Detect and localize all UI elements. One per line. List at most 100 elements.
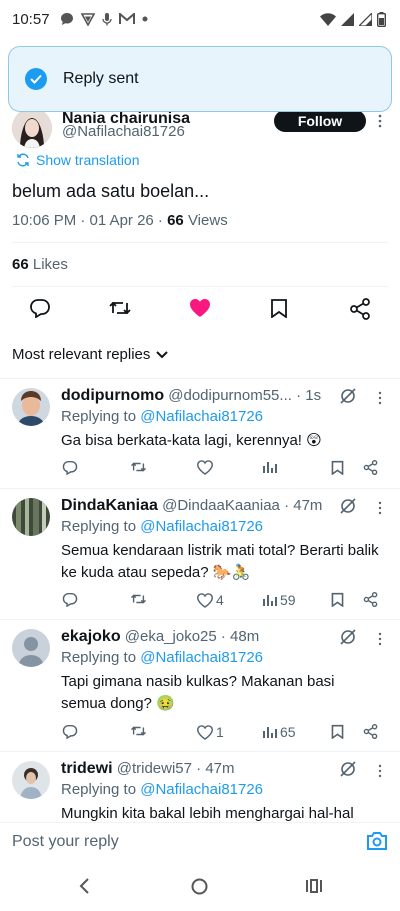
share-icon[interactable] [363, 460, 378, 475]
mute-thread-icon[interactable] [339, 628, 357, 646]
bookmark-icon[interactable] [270, 298, 288, 318]
author-avatar[interactable] [12, 108, 52, 148]
divider [12, 286, 388, 287]
tweet-meta: 10:06 PM · 01 Apr 26 · 66 Views [12, 212, 228, 229]
wifi-icon [320, 12, 336, 26]
reply-avatar[interactable] [12, 761, 50, 799]
reply-author-name[interactable]: DindaKaniaa [61, 497, 158, 514]
reply-item[interactable]: DindaKaniaa @DindaaKaaniaa · 47m Replyin… [0, 489, 400, 619]
author-handle[interactable]: @Nafilachai81726 [62, 123, 185, 140]
reply-handle-time: @tridewi57 · 47m [116, 760, 235, 777]
reply-actions: 1 65 [0, 724, 400, 748]
recents-icon[interactable] [306, 878, 322, 894]
bookmark-icon[interactable] [331, 724, 344, 739]
sort-label: Most relevant replies [12, 346, 151, 363]
like-icon[interactable] [197, 460, 216, 475]
tweet-timestamp: 10:06 PM · 01 Apr 26 · [12, 212, 168, 229]
views-count: 65 [280, 724, 296, 740]
reply-header: tridewi @tridewi57 · 47m [61, 760, 235, 778]
translate-icon [16, 153, 30, 167]
reply-avatar[interactable] [12, 388, 50, 426]
divider [12, 242, 388, 243]
like-icon[interactable]: 1 [197, 724, 224, 740]
mute-thread-icon[interactable] [339, 497, 357, 515]
reply-actions [0, 460, 400, 484]
show-translation-link[interactable]: Show translation [16, 152, 140, 168]
reply-input[interactable]: Post your reply [12, 833, 119, 851]
replying-to: Replying to @Nafilachai81726 [61, 518, 263, 535]
replying-to-handle[interactable]: @Nafilachai81726 [140, 781, 263, 798]
reply-sent-toast[interactable]: Reply sent [8, 46, 392, 112]
replying-prefix: Replying to [61, 408, 141, 425]
mute-thread-icon[interactable] [339, 760, 357, 778]
bookmark-icon[interactable] [331, 460, 344, 475]
share-icon[interactable] [363, 724, 378, 739]
reply-author-name[interactable]: tridewi [61, 760, 113, 777]
views-icon[interactable] [263, 460, 280, 474]
reply-handle-time: @dodipurnom55... · 1s [168, 387, 322, 404]
system-nav-bar [0, 862, 400, 911]
reply-text: Mungkin kita bakal lebih menghargai hal-… [61, 805, 354, 822]
reply-icon[interactable] [29, 298, 51, 318]
views-label: Views [183, 212, 228, 229]
share-icon[interactable] [363, 592, 378, 607]
repost-icon[interactable] [130, 724, 147, 738]
replying-to-handle[interactable]: @Nafilachai81726 [140, 649, 263, 666]
home-icon[interactable] [191, 878, 208, 895]
like-icon-filled[interactable] [189, 298, 211, 318]
likes-stat[interactable]: 66 Likes [12, 256, 68, 273]
more-options-icon[interactable] [378, 632, 382, 646]
battery-icon [377, 11, 386, 27]
views-icon[interactable]: 59 [263, 592, 296, 608]
replying-to-handle[interactable]: @Nafilachai81726 [140, 408, 263, 425]
repost-icon[interactable] [108, 298, 132, 318]
reply-avatar[interactable] [12, 629, 50, 667]
bookmark-icon[interactable] [331, 592, 344, 607]
signal-icon [341, 12, 354, 26]
more-options-icon[interactable] [378, 764, 382, 778]
views-count: 59 [280, 592, 296, 608]
repost-icon[interactable] [130, 460, 147, 474]
reply-icon[interactable] [62, 592, 78, 607]
reply-text: Ga bisa berkata-kata lagi, kerennya! 😲 [61, 432, 322, 449]
like-count: 1 [216, 724, 224, 740]
reply-author-name[interactable]: dodipurnomo [61, 387, 164, 404]
follow-button[interactable]: Follow [274, 110, 366, 132]
replying-to: Replying to @Nafilachai81726 [61, 649, 263, 666]
repost-icon[interactable] [130, 592, 147, 606]
show-translation-label: Show translation [36, 152, 140, 168]
views-icon[interactable]: 65 [263, 724, 296, 740]
reply-icon[interactable] [62, 724, 78, 739]
replying-to-handle[interactable]: @Nafilachai81726 [140, 518, 263, 535]
reply-header: dodipurnomo @dodipurnom55... · 1s [61, 387, 321, 405]
gmail-icon [118, 13, 135, 25]
reply-item[interactable]: ekajoko @eka_joko25 · 48m Replying to @N… [0, 620, 400, 750]
more-options-icon[interactable] [378, 391, 382, 405]
reply-icon[interactable] [62, 460, 78, 475]
replying-to: Replying to @Nafilachai81726 [61, 781, 263, 798]
like-icon[interactable]: 4 [197, 592, 224, 608]
reply-header: DindaKaniaa @DindaaKaaniaa · 47m [61, 497, 322, 515]
dot-icon [142, 16, 148, 22]
reply-composer[interactable]: Post your reply [0, 822, 400, 860]
reply-header: ekajoko @eka_joko25 · 48m [61, 628, 259, 646]
mute-thread-icon[interactable] [339, 387, 357, 405]
replying-to: Replying to @Nafilachai81726 [61, 408, 263, 425]
replies-sort-dropdown[interactable]: Most relevant replies [12, 346, 169, 363]
reply-author-name[interactable]: ekajoko [61, 628, 121, 645]
reply-actions: 4 59 [0, 592, 400, 616]
camera-icon[interactable] [366, 831, 388, 851]
reply-item[interactable]: dodipurnomo @dodipurnom55... · 1s Replyi… [0, 379, 400, 489]
likes-label: Likes [28, 256, 68, 273]
reply-avatar[interactable] [12, 498, 50, 536]
reply-text: Semua kendaraan listrik mati total? Bera… [61, 542, 379, 581]
more-options-icon[interactable] [378, 501, 382, 515]
share-icon[interactable] [349, 298, 371, 320]
likes-count: 66 [12, 256, 29, 273]
more-options-icon[interactable] [378, 114, 382, 128]
check-circle-icon [25, 68, 47, 90]
replying-prefix: Replying to [61, 649, 141, 666]
back-icon[interactable] [78, 878, 90, 894]
reply-item[interactable]: tridewi @tridewi57 · 47m Replying to @Na… [0, 752, 400, 822]
reply-handle-time: @eka_joko25 · 48m [124, 628, 260, 645]
